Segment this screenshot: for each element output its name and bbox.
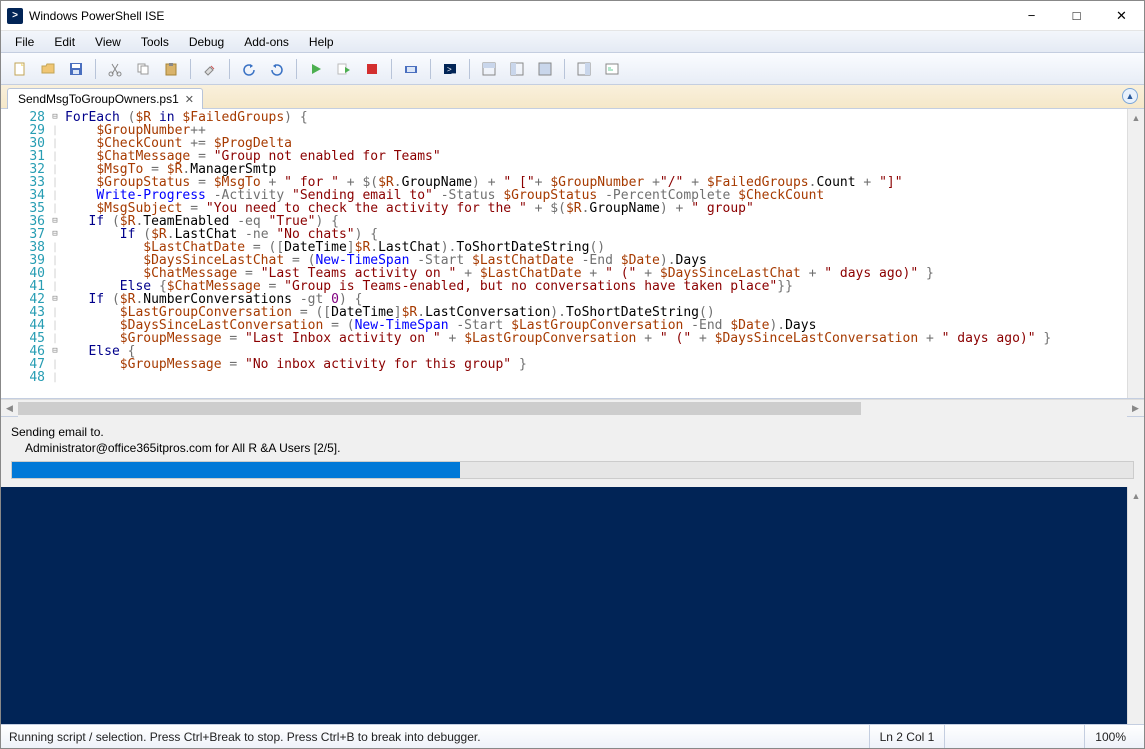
show-command-addon-button[interactable]: [571, 56, 597, 82]
show-command-window-button[interactable]: [599, 56, 625, 82]
layout-script-top-button[interactable]: [476, 56, 502, 82]
powershell-app-icon: [7, 8, 23, 24]
save-button[interactable]: [63, 56, 89, 82]
paste-button[interactable]: [158, 56, 184, 82]
console-vertical-scrollbar[interactable]: ▲: [1127, 487, 1144, 724]
tab-bar: SendMsgToGroupOwners.ps1 ✕ ▲: [1, 85, 1144, 109]
copy-button[interactable]: [130, 56, 156, 82]
progress-status-text: Administrator@office365itpros.com for Al…: [11, 441, 1134, 455]
progress-bar: [11, 461, 1134, 479]
status-spacer: [944, 725, 1084, 748]
cut-button[interactable]: [102, 56, 128, 82]
file-tab-label: SendMsgToGroupOwners.ps1: [18, 92, 179, 106]
maximize-button[interactable]: □: [1054, 1, 1099, 31]
menu-debug[interactable]: Debug: [181, 33, 232, 51]
fold-gutter[interactable]: ⊟|||||||⊟⊟||||⊟|||⊟||: [49, 109, 61, 398]
layout-side-by-side-button[interactable]: [504, 56, 530, 82]
menu-edit[interactable]: Edit: [46, 33, 83, 51]
run-selection-button[interactable]: [331, 56, 357, 82]
new-file-button[interactable]: [7, 56, 33, 82]
menu-view[interactable]: View: [87, 33, 129, 51]
layout-script-max-button[interactable]: [532, 56, 558, 82]
line-number-gutter: 2829303132333435363738394041424344454647…: [1, 109, 49, 398]
editor-horizontal-scrollbar[interactable]: ◀ ▶: [1, 399, 1144, 416]
minimize-button[interactable]: −: [1009, 1, 1054, 31]
status-line-col: Ln 2 Col 1: [869, 725, 945, 748]
open-file-button[interactable]: [35, 56, 61, 82]
file-tab[interactable]: SendMsgToGroupOwners.ps1 ✕: [7, 88, 203, 109]
menu-tools[interactable]: Tools: [133, 33, 177, 51]
status-message: Running script / selection. Press Ctrl+B…: [9, 730, 869, 744]
progress-activity-text: Sending email to.: [11, 425, 1134, 439]
status-bar: Running script / selection. Press Ctrl+B…: [1, 724, 1144, 748]
menu-help[interactable]: Help: [301, 33, 342, 51]
editor-vertical-scrollbar[interactable]: ▲: [1127, 109, 1144, 398]
expand-script-pane-button[interactable]: ▲: [1122, 88, 1138, 104]
toolbar: >_: [1, 53, 1144, 85]
redo-button[interactable]: [264, 56, 290, 82]
code-content[interactable]: ForEach ($R in $FailedGroups) { $GroupNu…: [61, 109, 1127, 398]
console-output-pane[interactable]: [1, 487, 1127, 724]
menu-addons[interactable]: Add-ons: [236, 33, 297, 51]
svg-text:>_: >_: [447, 65, 457, 74]
progress-panel: Sending email to. Administrator@office36…: [1, 416, 1144, 487]
window-title: Windows PowerShell ISE: [29, 9, 1009, 23]
new-remote-tab-button[interactable]: [398, 56, 424, 82]
start-powershell-button[interactable]: >_: [437, 56, 463, 82]
clear-button[interactable]: [197, 56, 223, 82]
file-tab-close-icon[interactable]: ✕: [185, 93, 194, 106]
menu-file[interactable]: File: [7, 33, 42, 51]
title-bar: Windows PowerShell ISE − □ ✕: [1, 1, 1144, 31]
stop-button[interactable]: [359, 56, 385, 82]
status-zoom: 100%: [1084, 725, 1136, 748]
menu-bar: File Edit View Tools Debug Add-ons Help: [1, 31, 1144, 53]
progress-bar-fill: [12, 462, 460, 478]
undo-button[interactable]: [236, 56, 262, 82]
run-script-button[interactable]: [303, 56, 329, 82]
close-button[interactable]: ✕: [1099, 1, 1144, 31]
script-editor-pane[interactable]: 2829303132333435363738394041424344454647…: [1, 109, 1144, 399]
